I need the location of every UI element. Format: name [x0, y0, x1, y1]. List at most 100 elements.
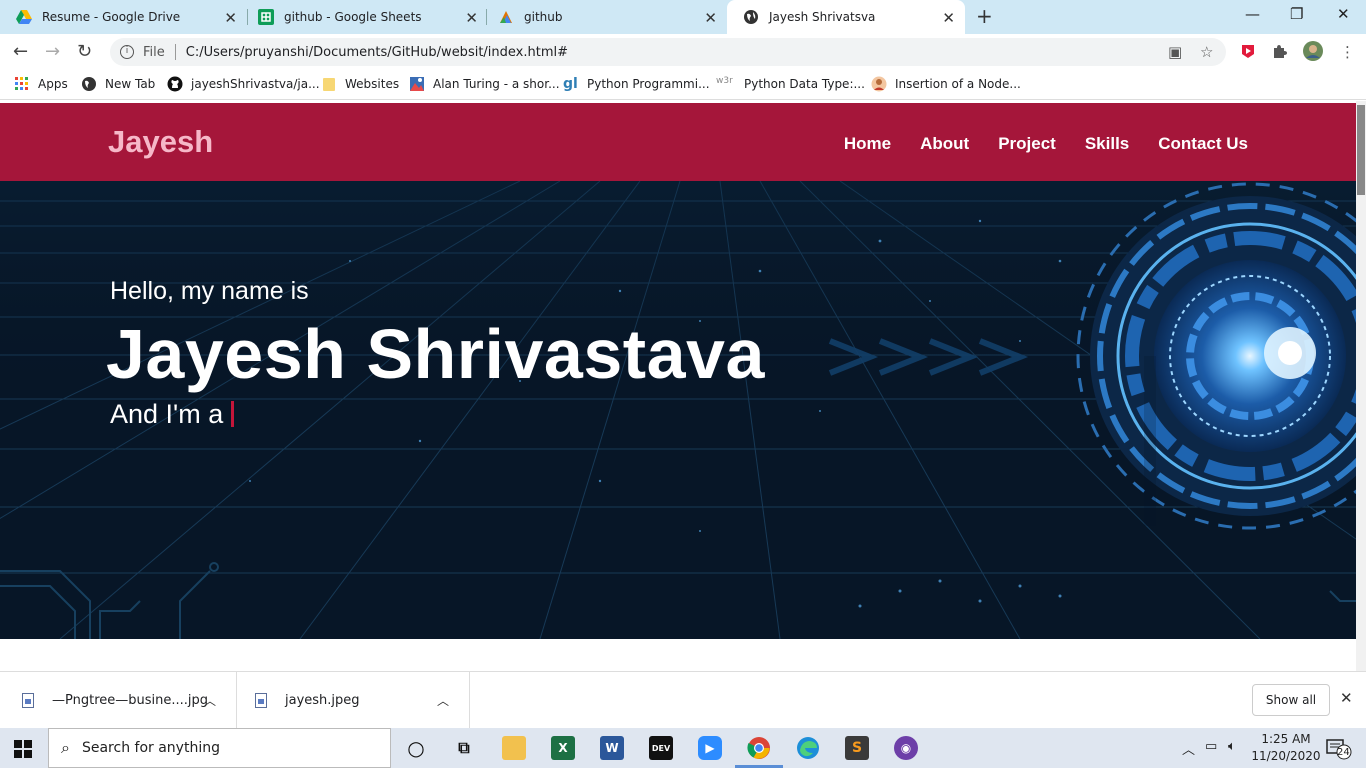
menu-kebab-icon[interactable]: ⋮	[1340, 43, 1355, 61]
system-clock[interactable]: 1:25 AM 11/20/2020	[1248, 731, 1324, 765]
bookmarks-bar: Apps New Tab jayeshShrivastva/ja... Webs…	[0, 70, 1366, 100]
zoom-icon[interactable]: ▶	[698, 736, 722, 760]
chrome-icon[interactable]	[735, 736, 783, 768]
close-icon[interactable]: ✕	[704, 9, 717, 27]
bookmark-label: jayeshShrivastva/ja...	[191, 77, 320, 91]
close-icon[interactable]: ✕	[942, 9, 955, 27]
browser-toolbar: ← → ↻ i File C:/Users/pruyanshi/Document…	[0, 34, 1366, 70]
clock-time: 1:25 AM	[1261, 732, 1311, 746]
url-text[interactable]: C:/Users/pruyanshi/Documents/GitHub/webs…	[186, 45, 568, 60]
tab-github-google-sheets[interactable]: github - Google Sheets ✕	[242, 0, 488, 34]
bookmark-python-data-type[interactable]: w3r Python Data Type:...	[716, 76, 865, 92]
show-all-button[interactable]: Show all	[1252, 684, 1330, 716]
typing-cursor	[231, 401, 235, 427]
hero-typed-line: And I'm a	[110, 399, 235, 430]
bookmark-python-programming[interactable]: gl Python Programmi...	[563, 76, 710, 92]
dev-icon[interactable]: DEV	[649, 736, 673, 760]
close-icon[interactable]: ✕	[465, 9, 478, 27]
reload-icon[interactable]: ↻	[77, 41, 92, 62]
chevron-up-icon[interactable]: ︿	[1182, 739, 1195, 758]
page-scrollbar[interactable]	[1356, 101, 1366, 671]
apps-grid-icon	[14, 76, 30, 92]
site-info-icon[interactable]: i	[120, 45, 134, 59]
bookmark-apps[interactable]: Apps	[14, 76, 68, 92]
bookmark-label: Python Data Type:...	[744, 77, 865, 91]
scheme-label: File	[143, 44, 165, 60]
extension-red-icon[interactable]	[1240, 43, 1256, 63]
edge-icon[interactable]	[796, 736, 820, 760]
web-page: Jayesh Home About Project Skills Contact…	[0, 101, 1356, 671]
bookmark-label: Alan Turing - a shor...	[433, 77, 560, 91]
bookmark-label: Websites	[345, 77, 400, 91]
avatar-icon	[871, 76, 887, 92]
address-bar[interactable]: i File C:/Users/pruyanshi/Documents/GitH…	[110, 38, 1226, 66]
file-explorer-icon[interactable]	[502, 736, 526, 760]
nav-about[interactable]: About	[920, 134, 969, 154]
back-arrow-icon[interactable]: ←	[13, 41, 28, 62]
chevron-up-icon[interactable]: ︿	[437, 692, 449, 709]
hero-greeting: Hello, my name is	[110, 277, 309, 305]
bookmark-insertion-node[interactable]: Insertion of a Node...	[871, 76, 1021, 92]
chevron-up-icon[interactable]: ︿	[204, 692, 216, 709]
globe-icon	[743, 9, 759, 25]
hero-section: Hello, my name is Jayesh Shrivastava And…	[0, 181, 1356, 639]
minimize-button[interactable]: —	[1245, 5, 1260, 23]
bookmark-websites-folder[interactable]: Websites	[321, 76, 399, 92]
nav-home[interactable]: Home	[844, 134, 891, 154]
download-item[interactable]: —Pngtree—busine....jpg ︿	[0, 672, 237, 729]
scrollbar-thumb[interactable]	[1357, 105, 1365, 195]
site-logo[interactable]: Jayesh	[108, 124, 213, 160]
tab-title: Resume - Google Drive	[42, 10, 181, 24]
windows-start-icon[interactable]	[14, 740, 32, 758]
google-drive-icon	[16, 9, 32, 25]
bookmark-label: Python Programmi...	[587, 77, 710, 91]
app-purple-icon[interactable]: ◉	[894, 736, 918, 760]
download-filename: jayesh.jpeg	[285, 693, 360, 708]
image-file-icon	[255, 693, 267, 708]
battery-icon[interactable]: ▭	[1205, 739, 1217, 754]
profile-avatar-icon[interactable]	[1302, 40, 1324, 66]
tab-title: Jayesh Shrivatsva	[769, 10, 876, 24]
nav-project[interactable]: Project	[998, 134, 1056, 154]
word-icon[interactable]: W	[600, 736, 624, 760]
tab-title: github - Google Sheets	[284, 10, 422, 24]
close-window-button[interactable]: ✕	[1337, 5, 1350, 23]
sublime-text-icon[interactable]: S	[845, 736, 869, 760]
tab-jayesh-shrivatsva[interactable]: Jayesh Shrivatsva ✕	[727, 0, 965, 34]
bookmark-new-tab[interactable]: New Tab	[81, 76, 155, 92]
tab-title: github	[524, 10, 563, 24]
volume-icon[interactable]: 🔈︎	[1228, 739, 1236, 754]
image-file-icon	[22, 693, 34, 708]
github-icon	[167, 76, 183, 92]
tab-github[interactable]: github ✕	[482, 0, 727, 34]
excel-icon[interactable]: X	[551, 736, 575, 760]
close-icon[interactable]: ✕	[1340, 689, 1353, 707]
bookmark-label: Insertion of a Node...	[895, 77, 1021, 91]
task-view-icon[interactable]: ⧉	[452, 736, 476, 760]
windows-taskbar: ⌕ Search for anything ○ ⧉ X W DEV ▶ S ◉ …	[0, 728, 1366, 768]
bookmark-alan-turing[interactable]: Alan Turing - a shor...	[409, 76, 560, 92]
bookmark-github-repo[interactable]: jayeshShrivastva/ja...	[167, 76, 320, 92]
image-icon	[409, 76, 425, 92]
nav-contact-us[interactable]: Contact Us	[1158, 134, 1248, 154]
download-item[interactable]: jayesh.jpeg ︿	[237, 672, 470, 729]
star-bookmark-icon[interactable]: ☆	[1200, 43, 1213, 61]
download-bar: —Pngtree—busine....jpg ︿ jayesh.jpeg ︿ S…	[0, 671, 1366, 729]
divider	[174, 44, 176, 60]
forward-arrow-icon[interactable]: →	[45, 41, 60, 62]
github-pages-icon	[498, 9, 514, 25]
cortana-icon[interactable]: ○	[404, 736, 428, 760]
download-filename: —Pngtree—busine....jpg	[52, 693, 209, 708]
nav-skills[interactable]: Skills	[1085, 134, 1129, 154]
restore-button[interactable]: ❐	[1290, 5, 1303, 23]
w3r-icon: w3r	[716, 76, 733, 86]
tab-strip: Resume - Google Drive ✕ github - Google …	[0, 0, 1366, 34]
translate-icon[interactable]: ▣	[1168, 43, 1182, 61]
new-tab-button[interactable]: +	[976, 4, 993, 28]
tab-resume-google-drive[interactable]: Resume - Google Drive ✕	[0, 0, 247, 34]
taskbar-search[interactable]: ⌕ Search for anything	[48, 728, 391, 768]
extensions-puzzle-icon[interactable]	[1271, 43, 1287, 63]
gl-icon: gl	[563, 76, 578, 92]
close-icon[interactable]: ✕	[224, 9, 237, 27]
google-sheets-icon	[258, 9, 274, 25]
